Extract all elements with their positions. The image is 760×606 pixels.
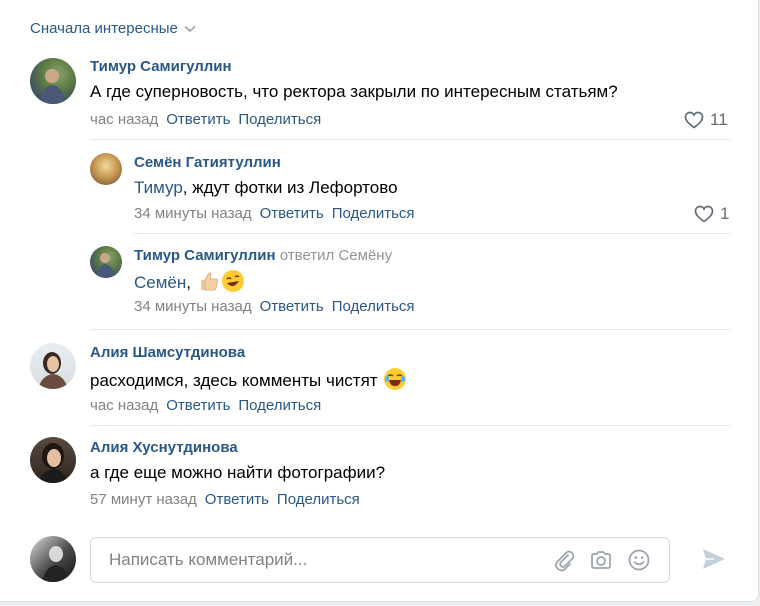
- comment-time[interactable]: час назад: [90, 397, 158, 414]
- send-icon[interactable]: [700, 545, 728, 573]
- comment-meta: 34 минуты назад Ответить Поделиться: [134, 298, 423, 315]
- comment-input[interactable]: [107, 548, 531, 572]
- comment-text: расходимся, здесь комменты чистят: [90, 368, 407, 391]
- comment-author[interactable]: Алия Шамсутдинова: [90, 344, 245, 361]
- share-button[interactable]: Поделиться: [238, 111, 321, 128]
- like-count: 11: [710, 110, 728, 129]
- share-button[interactable]: Поделиться: [277, 491, 360, 508]
- avatar[interactable]: [90, 153, 122, 185]
- comment-meta: 57 минут назад Ответить Поделиться: [90, 491, 368, 508]
- reply-button[interactable]: Ответить: [260, 205, 324, 222]
- rolling-laughing-emoji: [221, 270, 244, 292]
- comment-author[interactable]: Тимур Самигуллин: [90, 58, 232, 75]
- comment-meta: час назад Ответить Поделиться: [90, 397, 329, 414]
- comment-time[interactable]: час назад: [90, 111, 158, 128]
- mention-link[interactable]: Тимур: [134, 178, 183, 197]
- reply-button[interactable]: Ответить: [166, 397, 230, 414]
- avatar[interactable]: [30, 58, 76, 104]
- comment-time[interactable]: 57 минут назад: [90, 491, 197, 508]
- smiley-icon[interactable]: [627, 548, 651, 572]
- camera-icon[interactable]: [589, 548, 613, 572]
- divider: [90, 329, 730, 330]
- like-button[interactable]: 1: [694, 204, 729, 224]
- mention-link[interactable]: Семён: [134, 273, 186, 292]
- comment-text: А где суперновость, что ректора закрыли …: [90, 82, 618, 101]
- comment-text-body: ,: [186, 273, 191, 292]
- reply-button[interactable]: Ответить: [260, 298, 324, 315]
- share-button[interactable]: Поделиться: [238, 397, 321, 414]
- comment-meta: час назад Ответить Поделиться: [90, 111, 329, 128]
- divider: [90, 139, 730, 140]
- comment-text-body: , ждут фотки из Лефортово: [182, 178, 398, 197]
- sort-label: Сначала интересные: [30, 20, 178, 37]
- share-button[interactable]: Поделиться: [332, 298, 415, 315]
- comment-author[interactable]: Алия Хуснутдинова: [90, 439, 238, 456]
- comment-author[interactable]: Семён Гатиятуллин: [134, 154, 281, 171]
- replied-to-label[interactable]: ответил Семёну: [280, 247, 392, 264]
- comment-time[interactable]: 34 минуты назад: [134, 205, 252, 222]
- divider: [134, 233, 730, 234]
- comment-composer: [90, 537, 670, 583]
- reply-button[interactable]: Ответить: [205, 491, 269, 508]
- comment-text: Тимур, ждут фотки из Лефортово: [134, 178, 398, 198]
- comment-text: а где еще можно найти фотографии?: [90, 463, 386, 482]
- current-user-avatar[interactable]: [30, 536, 76, 582]
- share-button[interactable]: Поделиться: [332, 205, 415, 222]
- comment-time[interactable]: 34 минуты назад: [134, 298, 252, 315]
- avatar[interactable]: [30, 437, 76, 483]
- heart-icon: [694, 205, 714, 223]
- heart-icon: [684, 111, 704, 129]
- joy-emoji: [384, 368, 407, 390]
- avatar[interactable]: [90, 246, 122, 278]
- comment-text-body: расходимся, здесь комменты чистят: [90, 371, 378, 390]
- paperclip-icon[interactable]: [553, 548, 575, 572]
- chevron-down-icon: [184, 25, 196, 33]
- comment-author: Тимур Самигуллин ответил Семёну: [134, 247, 392, 264]
- comments-panel: Сначала интересные Тимур Самигуллин А гд…: [0, 0, 759, 602]
- divider: [90, 425, 730, 426]
- sort-dropdown[interactable]: Сначала интересные: [30, 20, 196, 37]
- comment-meta: 34 минуты назад Ответить Поделиться: [134, 205, 423, 222]
- author-link[interactable]: Тимур Самигуллин: [134, 247, 276, 264]
- reply-button[interactable]: Ответить: [166, 111, 230, 128]
- comment-text: Семён,: [134, 270, 244, 293]
- like-count: 1: [720, 204, 730, 223]
- like-button[interactable]: 11: [684, 110, 728, 130]
- thumbs-up-emoji: [198, 270, 220, 292]
- avatar[interactable]: [30, 343, 76, 389]
